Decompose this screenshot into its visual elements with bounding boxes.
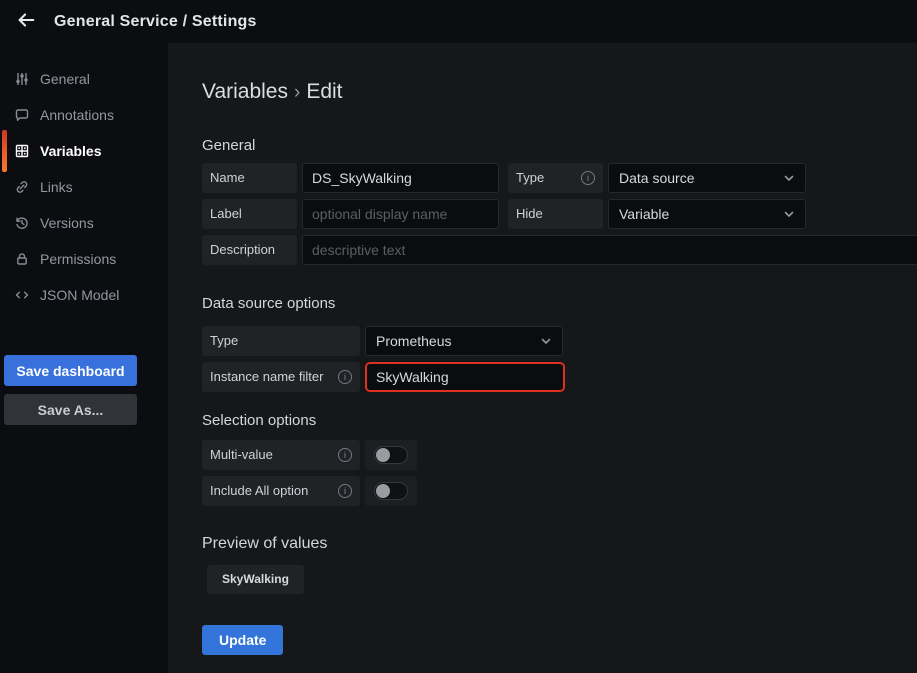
sliders-icon (14, 71, 30, 87)
description-input[interactable] (302, 235, 917, 265)
label-label: Label (202, 199, 297, 229)
multi-value-toggle[interactable] (365, 440, 417, 470)
variables-edit-panel: Variables›Edit General Name Type Data so… (168, 43, 917, 673)
include-all-label: Include All option (202, 476, 360, 506)
lock-icon (14, 251, 30, 267)
hide-select-value: Variable (619, 206, 669, 222)
info-icon (581, 171, 595, 185)
type-select[interactable]: Data source (608, 163, 806, 193)
top-header: General Service / Settings (0, 0, 917, 43)
dashboard-title: General Service / Settings (54, 13, 257, 31)
history-icon (14, 215, 30, 231)
datasource-type-select[interactable]: Prometheus (365, 326, 563, 356)
sidebar-item-json-model[interactable]: JSON Model (0, 277, 168, 313)
save-dashboard-button[interactable]: Save dashboard (4, 355, 137, 386)
sidebar-item-variables[interactable]: Variables (0, 133, 168, 169)
datasource-type-value: Prometheus (376, 333, 451, 349)
info-icon (338, 484, 352, 498)
selection-section-heading: Selection options (202, 412, 917, 430)
info-icon (338, 448, 352, 462)
multi-value-row: Multi-value (202, 440, 917, 470)
chevron-down-icon (783, 172, 795, 184)
description-label: Description (202, 235, 297, 265)
chevron-down-icon (783, 208, 795, 220)
breadcrumb-edit: Edit (306, 80, 342, 103)
code-icon (14, 287, 30, 303)
highlight-annotation-box (365, 362, 565, 392)
save-as-button[interactable]: Save As... (4, 394, 137, 425)
toggle-knob (376, 448, 390, 462)
sidebar-item-links[interactable]: Links (0, 169, 168, 205)
sidebar-item-label: Links (40, 179, 73, 195)
sidebar-item-label: JSON Model (40, 287, 119, 303)
name-input[interactable] (302, 163, 499, 193)
breadcrumb-variables[interactable]: Variables (202, 80, 288, 103)
datasource-type-label: Type (202, 326, 360, 356)
breadcrumb-separator: › (288, 82, 306, 103)
type-select-value: Data source (619, 170, 694, 186)
grid-icon (14, 143, 30, 159)
sidebar-item-annotations[interactable]: Annotations (0, 97, 168, 133)
back-button[interactable] (13, 9, 39, 35)
sidebar-item-label: Annotations (40, 107, 114, 123)
name-label: Name (202, 163, 297, 193)
instance-filter-row: Instance name filter (202, 362, 917, 392)
hide-select[interactable]: Variable (608, 199, 806, 229)
instance-filter-input[interactable] (367, 364, 563, 390)
preview-section-heading: Preview of values (202, 535, 917, 554)
description-row: Description (202, 235, 917, 265)
general-section-heading: General (202, 137, 917, 155)
sidebar-item-label: General (40, 71, 90, 87)
arrow-left-icon (15, 9, 37, 34)
label-hide-row: Label Hide Variable (202, 199, 917, 229)
hide-label: Hide (508, 199, 603, 229)
toggle-track (374, 482, 408, 500)
info-icon (338, 370, 352, 384)
sidebar-item-permissions[interactable]: Permissions (0, 241, 168, 277)
sidebar-item-label: Variables (40, 143, 102, 159)
toggle-track (374, 446, 408, 464)
annotation-icon (14, 107, 30, 123)
multi-value-label: Multi-value (202, 440, 360, 470)
datasource-section-heading: Data source options (202, 295, 917, 313)
sidebar-item-label: Permissions (40, 251, 116, 267)
preview-value-chip[interactable]: SkyWalking (207, 565, 304, 594)
type-label: Type (508, 163, 603, 193)
breadcrumb: Variables›Edit (202, 80, 917, 104)
link-icon (14, 179, 30, 195)
preview-values-list: SkyWalking (202, 565, 917, 594)
toggle-knob (376, 484, 390, 498)
sidebar-item-general[interactable]: General (0, 61, 168, 97)
include-all-toggle[interactable] (365, 476, 417, 506)
datasource-type-row: Type Prometheus (202, 326, 917, 356)
settings-sidebar: General Annotations Variables Links Vers… (0, 43, 168, 673)
label-input[interactable] (302, 199, 499, 229)
sidebar-item-label: Versions (40, 215, 94, 231)
name-type-row: Name Type Data source (202, 163, 917, 193)
update-button[interactable]: Update (202, 625, 283, 655)
sidebar-item-versions[interactable]: Versions (0, 205, 168, 241)
chevron-down-icon (540, 335, 552, 347)
instance-filter-label: Instance name filter (202, 362, 360, 392)
include-all-row: Include All option (202, 476, 917, 506)
